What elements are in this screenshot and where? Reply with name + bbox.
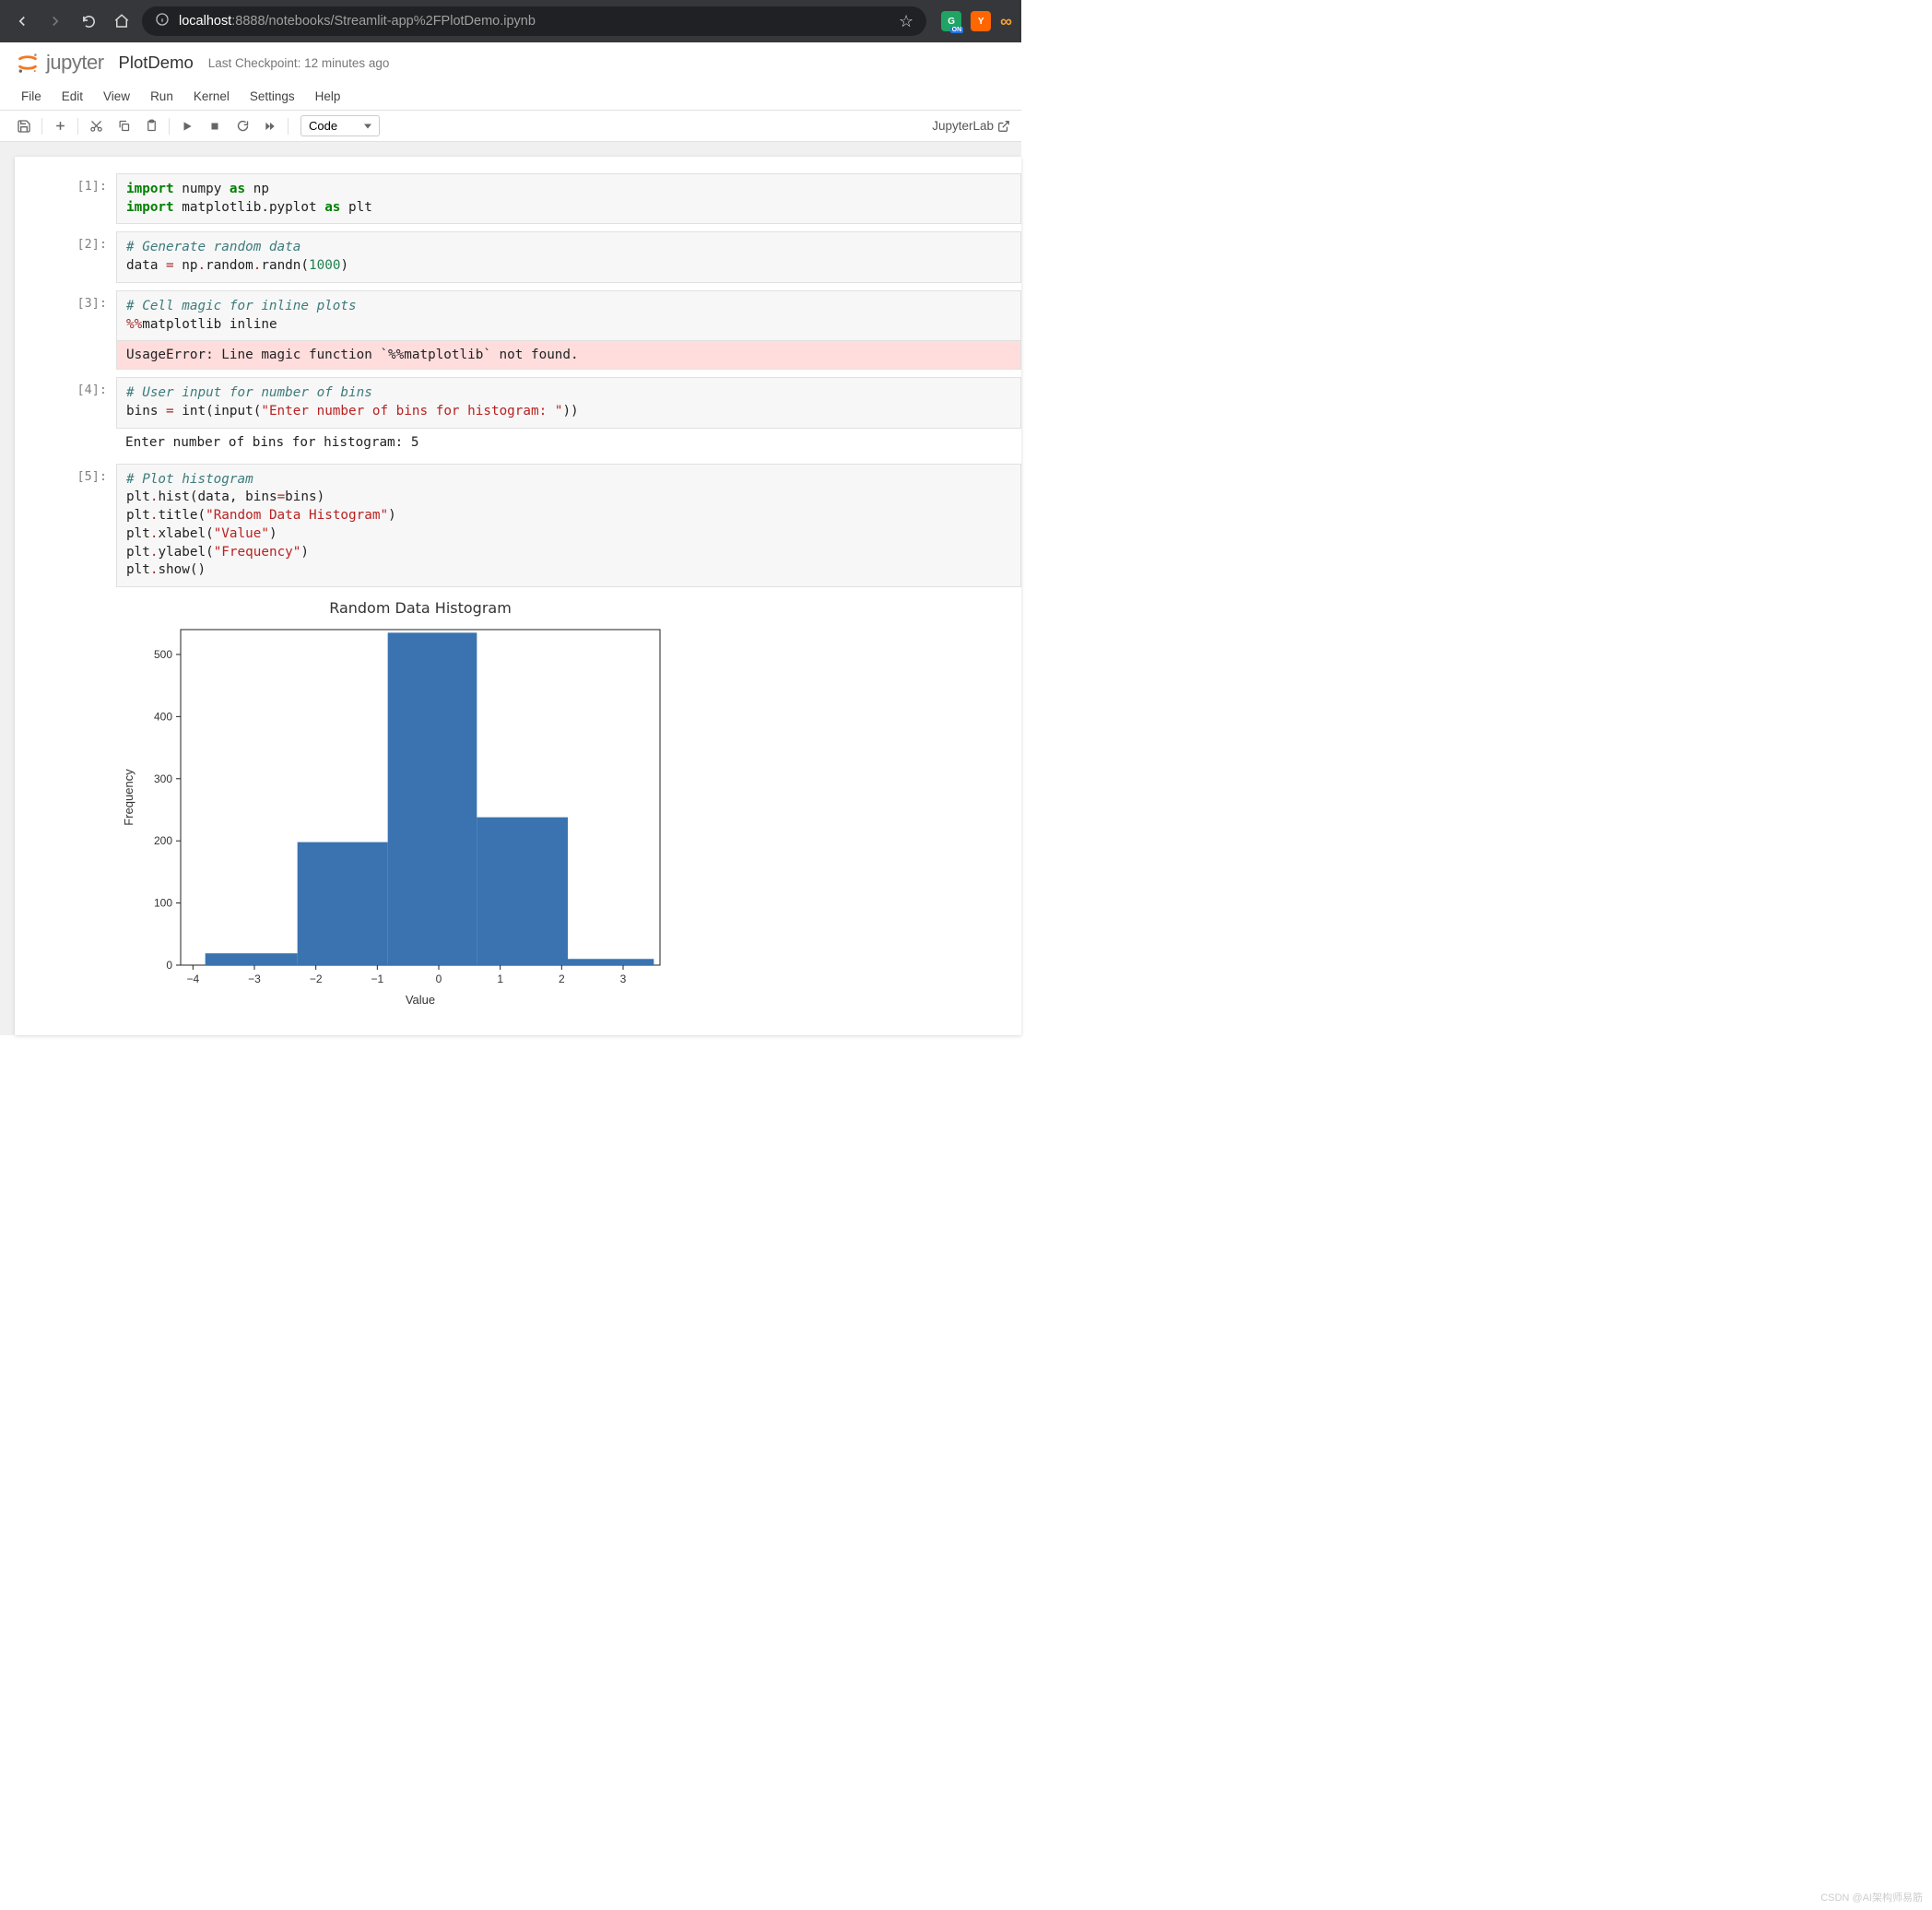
svg-text:Value: Value [406, 993, 435, 1007]
svg-text:0: 0 [436, 973, 442, 985]
url-bar[interactable]: localhost:8888/notebooks/Streamlit-app%2… [142, 6, 926, 36]
cell-3[interactable]: [3]:# Cell magic for inline plots %%matp… [15, 290, 1021, 370]
svg-text:−1: −1 [371, 973, 383, 985]
svg-text:2: 2 [559, 973, 565, 985]
cell-2[interactable]: [2]:# Generate random data data = np.ran… [15, 231, 1021, 282]
jupyter-logo[interactable]: jupyter [15, 50, 104, 76]
menu-settings[interactable]: Settings [240, 86, 305, 107]
cell-prompt: [3]: [15, 290, 116, 370]
cell-body: # Plot histogram plt.hist(data, bins=bin… [116, 464, 1021, 1011]
cell-prompt: [4]: [15, 377, 116, 455]
cell-5[interactable]: [5]:# Plot histogram plt.hist(data, bins… [15, 464, 1021, 1011]
stop-button[interactable] [202, 114, 228, 138]
cell-4[interactable]: [4]:# User input for number of bins bins… [15, 377, 1021, 455]
add-cell-button[interactable] [47, 114, 73, 138]
menu-file[interactable]: File [11, 86, 52, 107]
extension-grammarly[interactable]: GON [941, 11, 961, 31]
browser-chrome: localhost:8888/notebooks/Streamlit-app%2… [0, 0, 1021, 42]
jupyter-logo-text: jupyter [46, 51, 104, 75]
output-error: UsageError: Line magic function `%%matpl… [116, 341, 1021, 370]
cell-body: # Generate random data data = np.random.… [116, 231, 1021, 282]
svg-text:Random Data Histogram: Random Data Histogram [329, 599, 512, 617]
back-button[interactable] [9, 8, 35, 34]
cell-1[interactable]: [1]:import numpy as np import matplotlib… [15, 173, 1021, 224]
notebook-page: [1]:import numpy as np import matplotlib… [15, 157, 1021, 1035]
copy-button[interactable] [111, 114, 136, 138]
watermark: CSDN @AI架构师易筋 [1820, 1890, 1923, 1904]
svg-text:200: 200 [154, 834, 172, 847]
home-button[interactable] [109, 8, 135, 34]
cell-body: import numpy as np import matplotlib.pyp… [116, 173, 1021, 224]
svg-text:−4: −4 [186, 973, 199, 985]
notebook-title[interactable]: PlotDemo [119, 53, 194, 73]
code-input[interactable]: # Plot histogram plt.hist(data, bins=bin… [116, 464, 1021, 587]
cell-prompt: [2]: [15, 231, 116, 282]
menu-run[interactable]: Run [140, 86, 183, 107]
menu-kernel[interactable]: Kernel [183, 86, 240, 107]
svg-text:100: 100 [154, 897, 172, 910]
cell-prompt: [5]: [15, 464, 116, 1011]
menubar: FileEditViewRunKernelSettingsHelp [0, 83, 1021, 111]
cell-body: # User input for number of bins bins = i… [116, 377, 1021, 455]
restart-button[interactable] [230, 114, 255, 138]
forward-button[interactable] [42, 8, 68, 34]
svg-text:−2: −2 [310, 973, 323, 985]
star-icon[interactable]: ☆ [899, 12, 913, 31]
extension-loop-icon[interactable]: ∞ [1000, 12, 1012, 31]
extensions-area: GON Y ∞ [941, 11, 1012, 31]
code-input[interactable]: import numpy as np import matplotlib.pyp… [116, 173, 1021, 224]
paste-button[interactable] [138, 114, 164, 138]
reload-button[interactable] [76, 8, 101, 34]
menu-help[interactable]: Help [305, 86, 351, 107]
cell-prompt: [1]: [15, 173, 116, 224]
cell-body: # Cell magic for inline plots %%matplotl… [116, 290, 1021, 370]
svg-text:1: 1 [497, 973, 503, 985]
svg-text:Frequency: Frequency [122, 769, 135, 826]
jupyter-header: jupyter PlotDemo Last Checkpoint: 12 min… [0, 42, 1021, 83]
checkpoint-text: Last Checkpoint: 12 minutes ago [208, 56, 390, 70]
svg-text:3: 3 [620, 973, 627, 985]
svg-text:400: 400 [154, 710, 172, 723]
cut-button[interactable] [83, 114, 109, 138]
cell-type-select[interactable]: Code [300, 115, 380, 136]
fast-forward-button[interactable] [257, 114, 283, 138]
extension-y[interactable]: Y [971, 11, 991, 31]
run-button[interactable] [174, 114, 200, 138]
toolbar: Code JupyterLab [0, 111, 1021, 142]
notebook-area: [1]:import numpy as np import matplotlib… [0, 142, 1021, 1035]
output-stream: Enter number of bins for histogram: 5 [116, 429, 1021, 456]
plot-output: Random Data Histogram −4 −3 −2 −1 0 1 2 3 0 100 200… [116, 587, 1021, 1011]
code-input[interactable]: # Cell magic for inline plots %%matplotl… [116, 290, 1021, 341]
svg-text:500: 500 [154, 648, 172, 661]
menu-edit[interactable]: Edit [52, 86, 93, 107]
jupyter-logo-icon [15, 50, 41, 76]
jupyterlab-link[interactable]: JupyterLab [932, 119, 1010, 133]
site-info-icon[interactable] [155, 12, 170, 30]
svg-text:−3: −3 [248, 973, 261, 985]
histogram-plot: Random Data Histogram −4 −3 −2 −1 0 1 2 3 0 100 200… [116, 596, 678, 1011]
code-input[interactable]: # User input for number of bins bins = i… [116, 377, 1021, 428]
save-button[interactable] [11, 114, 37, 138]
code-input[interactable]: # Generate random data data = np.random.… [116, 231, 1021, 282]
svg-text:0: 0 [166, 959, 172, 972]
menu-view[interactable]: View [93, 86, 140, 107]
svg-text:300: 300 [154, 772, 172, 785]
url-text: localhost:8888/notebooks/Streamlit-app%2… [179, 14, 536, 29]
